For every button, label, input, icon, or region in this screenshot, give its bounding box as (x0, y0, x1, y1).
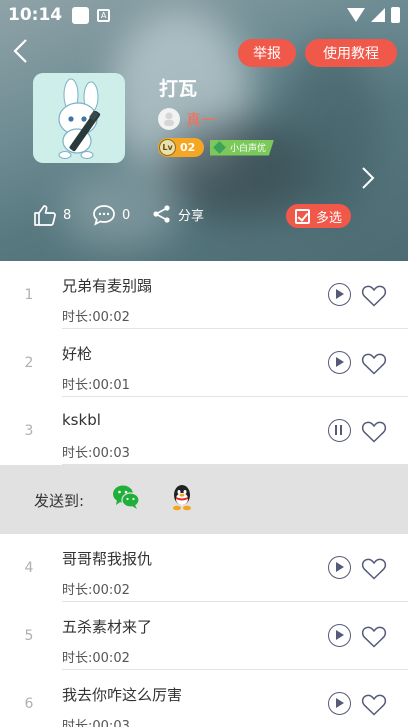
duration-value: 00:02 (92, 583, 130, 598)
battery-icon (391, 7, 400, 23)
share-icon (153, 205, 170, 223)
track-duration: 时长:00:02 (62, 579, 130, 598)
track-index: 5 (24, 628, 34, 644)
track-row[interactable]: 6 我去你咋这么厉害时长:00:03 (0, 670, 408, 727)
author-name[interactable]: 真一 (186, 109, 216, 130)
report-button[interactable]: 举报 (238, 39, 296, 67)
track-name: 兄弟有麦别蹋 (62, 277, 153, 295)
track-duration: 时长:00:01 (62, 374, 130, 393)
comment-button[interactable]: 0 (92, 204, 130, 226)
sound-pack-title: 打瓦 (159, 78, 198, 100)
level-badge: Lv 02 (158, 138, 204, 157)
play-button[interactable] (328, 351, 351, 374)
duration-value: 00:02 (92, 310, 130, 325)
multi-select-label: 多选 (315, 210, 342, 226)
track-name: 哥哥帮我报仇 (62, 550, 153, 568)
send-to-label: 发送到: (34, 492, 85, 510)
sound-pack-cover (33, 73, 125, 163)
thumbs-up-icon (34, 205, 56, 226)
duration-label: 时长: (62, 651, 93, 666)
track-duration: 时长:00:03 (62, 442, 130, 461)
status-bar: 10:14 A (0, 0, 408, 30)
track-name: kskbl (62, 411, 101, 429)
duration-label: 时长: (62, 378, 93, 393)
duration-label: 时长: (62, 583, 93, 598)
track-duration: 时长:00:02 (62, 306, 130, 325)
track-row[interactable]: 3 kskbl 时长:00:03 (0, 397, 408, 465)
duration-label: 时长: (62, 719, 93, 727)
track-index: 1 (24, 287, 34, 303)
duration-label: 时长: (62, 446, 93, 461)
track-row[interactable]: 4 哥哥帮我报仇 时长:00:02 (0, 534, 408, 602)
track-row[interactable]: 1 兄弟有麦别蹋 时长:00:02 (0, 261, 408, 329)
heart-icon[interactable] (361, 625, 387, 649)
multi-select-button[interactable]: 多选 (286, 204, 351, 228)
like-button[interactable]: 8 (33, 204, 71, 226)
tutorial-button[interactable]: 使用教程 (305, 39, 397, 67)
sound-pack-header: 10:14 A 举报 使用教程 打瓦 真一 Lv 02 小白声优 8 0 分享 … (0, 0, 408, 261)
back-arrow-icon[interactable] (10, 38, 32, 64)
checkbox-icon (294, 208, 310, 224)
track-name: 好枪 (62, 345, 93, 363)
play-button[interactable] (328, 692, 351, 715)
notification-icon (72, 6, 90, 24)
badge-row: Lv 02 小白声优 (158, 138, 275, 157)
notification-a-icon: A (97, 8, 111, 22)
share-label: 分享 (178, 208, 205, 224)
author-row[interactable]: 真一 (158, 108, 216, 130)
track-index: 3 (24, 423, 34, 439)
author-avatar[interactable] (158, 108, 180, 130)
track-name: 五杀素材来了 (62, 618, 153, 636)
duration-value: 00:03 (92, 719, 130, 727)
send-to-bar: 发送到: (0, 465, 408, 534)
track-list: 1 兄弟有麦别蹋 时长:00:02 2 好枪 时长:00:01 3 kskbl 时长:00:03… (0, 261, 408, 727)
track-index: 2 (24, 355, 34, 371)
chevron-right-icon[interactable] (360, 166, 376, 190)
comment-icon (93, 205, 115, 226)
duration-value: 00:01 (92, 378, 130, 393)
level-prefix: Lv (159, 139, 176, 156)
track-index: 6 (24, 696, 34, 712)
track-row[interactable]: 5 五杀素材来了 时长:00:02 (0, 602, 408, 670)
play-button[interactable] (328, 283, 351, 306)
like-count: 8 (63, 207, 72, 223)
signal-icon (371, 8, 385, 22)
user-silhouette-icon (164, 112, 174, 126)
qq-icon[interactable] (171, 483, 193, 511)
comment-count: 0 (122, 207, 131, 223)
share-button[interactable]: 分享 (152, 204, 204, 224)
track-index: 4 (24, 560, 34, 576)
title-badge: 小白声优 (210, 139, 275, 156)
track-row[interactable]: 2 好枪时长:00:01 (0, 329, 408, 397)
track-duration: 时长:00:02 (62, 647, 130, 666)
pause-button[interactable] (328, 419, 351, 442)
play-button[interactable] (328, 624, 351, 647)
heart-icon[interactable] (361, 284, 387, 308)
duration-value: 00:02 (92, 651, 130, 666)
track-name: 我去你咋这么厉害 (62, 686, 183, 704)
bunny-with-gun-image (58, 78, 101, 159)
heart-icon[interactable] (361, 693, 387, 717)
track-duration: 时长:00:03 (62, 715, 130, 727)
action-bar: 8 0 分享 多选 (0, 200, 408, 234)
status-time: 10:14 (8, 5, 63, 25)
heart-icon[interactable] (361, 420, 387, 444)
play-button[interactable] (328, 556, 351, 579)
duration-label: 时长: (62, 310, 93, 325)
heart-icon[interactable] (361, 352, 387, 376)
wechat-icon[interactable] (112, 484, 140, 510)
wifi-icon (347, 8, 365, 22)
heart-icon[interactable] (361, 557, 387, 581)
duration-value: 00:03 (92, 446, 130, 461)
level-value: 02 (180, 141, 196, 154)
